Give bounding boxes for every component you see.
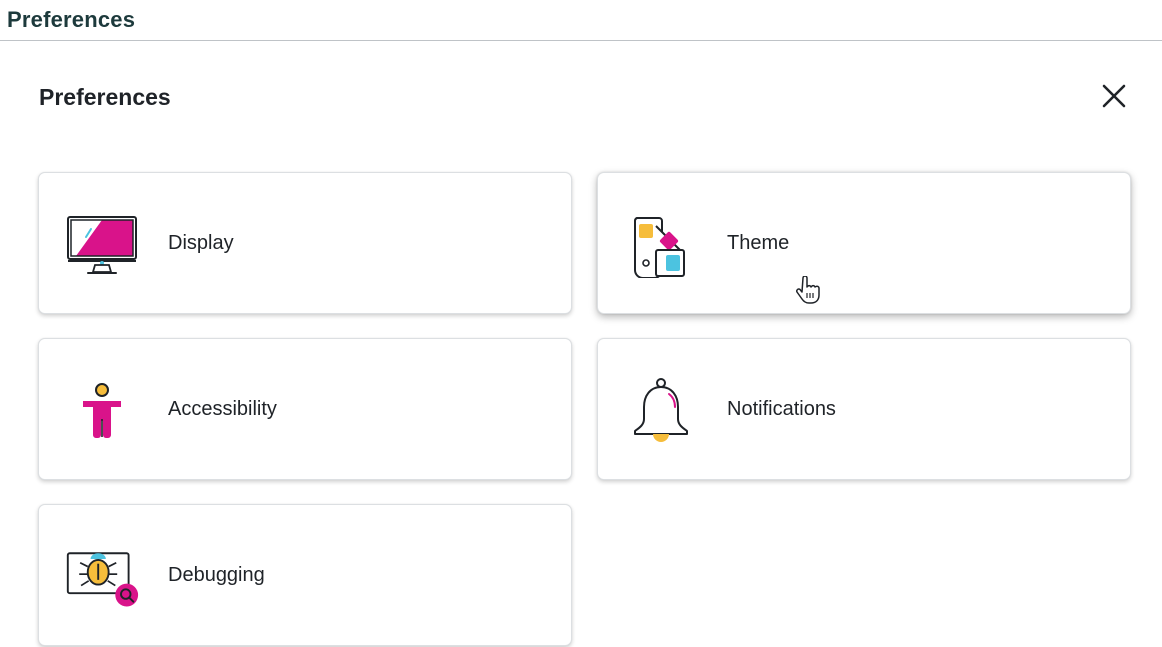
close-icon <box>1102 84 1126 108</box>
debugging-card[interactable]: Debugging <box>38 504 572 646</box>
bug-magnifier-icon <box>64 539 140 615</box>
page-header-title: Preferences <box>7 7 136 32</box>
page-header: Preferences <box>0 0 1162 41</box>
notifications-card[interactable]: Notifications <box>597 338 1131 480</box>
debugging-label: Debugging <box>168 564 265 586</box>
monitor-icon <box>64 207 140 283</box>
color-swatch-icon <box>623 207 699 283</box>
theme-card[interactable]: Theme <box>597 172 1131 314</box>
display-label: Display <box>168 232 234 254</box>
dialog-title: Preferences <box>39 84 171 110</box>
close-button[interactable] <box>1098 80 1130 112</box>
accessibility-label: Accessibility <box>168 398 277 420</box>
bell-icon <box>623 373 699 449</box>
notifications-label: Notifications <box>727 398 836 420</box>
display-card[interactable]: Display <box>38 172 572 314</box>
theme-label: Theme <box>727 232 790 254</box>
accessibility-card[interactable]: Accessibility <box>38 338 572 480</box>
accessibility-person-icon <box>64 373 140 449</box>
